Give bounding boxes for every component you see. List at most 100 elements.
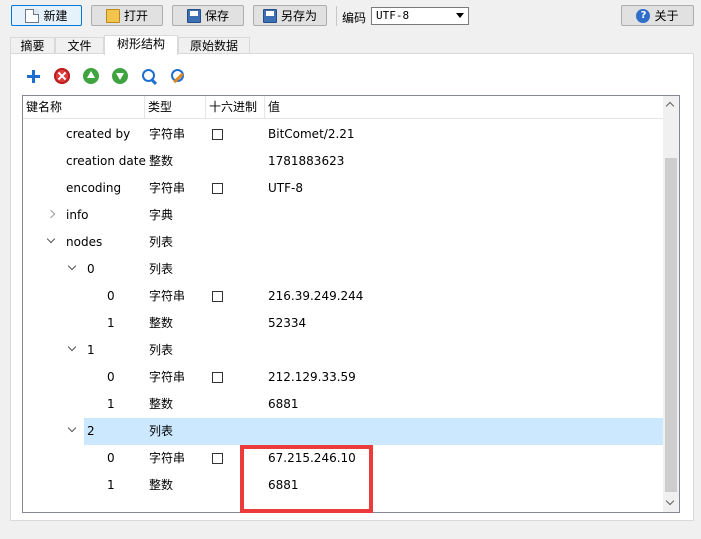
about-button-label: 关于 xyxy=(654,9,679,23)
tree-row[interactable]: 0 字符串 216.39.249.244 xyxy=(23,283,663,310)
row-type: 整数 xyxy=(149,397,174,411)
row-key: 2 xyxy=(87,424,95,438)
tree-row[interactable]: 0 列表 xyxy=(23,256,663,283)
encoding-select-value: UTF-8 xyxy=(376,9,410,22)
toolbar: 新建 打开 保存 另存为 编码 UTF-8 ? 关于 xyxy=(0,0,701,32)
tab-tree-label: 树形结构 xyxy=(116,37,165,51)
row-value: 52334 xyxy=(268,316,307,330)
row-key: created by xyxy=(66,127,131,141)
row-value: UTF-8 xyxy=(268,181,303,195)
row-type: 列表 xyxy=(149,262,174,276)
row-key: 0 xyxy=(107,289,115,303)
scroll-up-icon[interactable] xyxy=(663,96,679,113)
tab-tree[interactable]: 树形结构 xyxy=(104,35,178,55)
tab-summary-label: 摘要 xyxy=(20,39,45,53)
save-as-button-label: 另存为 xyxy=(280,9,317,23)
chevron-right-icon[interactable] xyxy=(46,209,56,219)
open-button-label: 打开 xyxy=(123,9,148,23)
chevron-down-icon[interactable] xyxy=(67,342,77,352)
tree-row[interactable]: info 字典 xyxy=(23,202,663,229)
new-button[interactable]: 新建 xyxy=(11,5,82,26)
save-as-button[interactable]: 另存为 xyxy=(253,5,327,26)
encoding-select[interactable]: UTF-8 xyxy=(371,7,469,25)
row-type: 字典 xyxy=(149,208,174,222)
help-icon: ? xyxy=(636,8,651,23)
row-value: BitComet/2.21 xyxy=(268,127,355,141)
row-type: 整数 xyxy=(149,154,174,168)
row-key: info xyxy=(66,208,89,222)
row-key: 1 xyxy=(107,397,115,411)
add-icon[interactable] xyxy=(25,68,41,84)
tree-row[interactable]: nodes 列表 xyxy=(23,229,663,256)
hex-checkbox[interactable] xyxy=(212,372,223,383)
new-button-label: 新建 xyxy=(43,9,68,23)
row-type: 字符串 xyxy=(149,127,186,141)
row-type: 列表 xyxy=(149,424,174,438)
search-replace-icon[interactable] xyxy=(170,68,186,84)
row-type: 字符串 xyxy=(149,451,186,465)
tree-row[interactable]: 1 整数 52334 xyxy=(23,310,663,337)
tree-row[interactable]: encoding 字符串 UTF-8 xyxy=(23,175,663,202)
hex-checkbox[interactable] xyxy=(212,129,223,140)
tree-row[interactable]: 1 整数 6881 xyxy=(23,391,663,418)
row-value: 6881 xyxy=(268,397,299,411)
new-file-icon xyxy=(25,8,40,23)
hex-checkbox[interactable] xyxy=(212,183,223,194)
chevron-down-icon[interactable] xyxy=(46,234,56,244)
row-key: creation date xyxy=(66,154,146,168)
move-down-icon[interactable] xyxy=(112,68,128,84)
tab-files-label: 文件 xyxy=(67,39,92,53)
row-type: 整数 xyxy=(149,478,174,492)
row-type: 字符串 xyxy=(149,289,186,303)
row-type: 字符串 xyxy=(149,181,186,195)
column-header-key[interactable]: 键名称 xyxy=(23,96,145,118)
row-type: 列表 xyxy=(149,343,174,357)
tab-summary[interactable]: 摘要 xyxy=(10,37,55,54)
hex-checkbox[interactable] xyxy=(212,291,223,302)
tree-row[interactable]: 0 字符串 212.129.33.59 xyxy=(23,364,663,391)
row-key: 0 xyxy=(107,451,115,465)
hex-checkbox[interactable] xyxy=(212,453,223,464)
scroll-down-icon[interactable] xyxy=(663,495,679,512)
save-as-disk-icon xyxy=(262,8,277,23)
column-header-type[interactable]: 类型 xyxy=(145,96,206,118)
tree-row-selected[interactable]: 2 列表 xyxy=(23,418,663,445)
encoding-label: 编码 xyxy=(342,11,367,25)
chevron-down-icon[interactable] xyxy=(67,261,77,271)
save-button[interactable]: 保存 xyxy=(172,5,244,26)
annotation-highlight-box xyxy=(240,445,373,513)
save-button-label: 保存 xyxy=(204,9,229,23)
row-key: 0 xyxy=(107,370,115,384)
search-icon[interactable] xyxy=(141,68,157,84)
tree-row[interactable]: creation date 整数 1781883623 xyxy=(23,148,663,175)
row-key: 1 xyxy=(107,316,115,330)
row-key: 0 xyxy=(87,262,95,276)
tree-header: 键名称 类型 十六进制 值 xyxy=(23,96,663,119)
row-key: encoding xyxy=(66,181,122,195)
toolbar-separator xyxy=(336,6,337,26)
about-button[interactable]: ? 关于 xyxy=(621,5,694,26)
folder-open-icon xyxy=(105,8,120,23)
chevron-down-icon[interactable] xyxy=(67,423,77,433)
row-key: nodes xyxy=(66,235,103,249)
open-button[interactable]: 打开 xyxy=(91,5,163,26)
vertical-scrollbar[interactable] xyxy=(663,96,679,512)
chevron-down-icon xyxy=(456,13,464,18)
column-header-value[interactable]: 值 xyxy=(265,96,663,118)
row-key: 1 xyxy=(87,343,95,357)
tab-files[interactable]: 文件 xyxy=(55,37,104,54)
save-disk-icon xyxy=(186,8,201,23)
row-type: 整数 xyxy=(149,316,174,330)
delete-icon[interactable] xyxy=(54,68,70,84)
row-key: 1 xyxy=(107,478,115,492)
row-type: 列表 xyxy=(149,235,174,249)
tab-raw-data[interactable]: 原始数据 xyxy=(178,37,250,54)
row-value: 212.129.33.59 xyxy=(268,370,356,384)
row-value: 1781883623 xyxy=(268,154,345,168)
move-up-icon[interactable] xyxy=(83,68,99,84)
tree-row[interactable]: 1 列表 xyxy=(23,337,663,364)
tree-row[interactable]: created by 字符串 BitComet/2.21 xyxy=(23,121,663,148)
column-header-hex[interactable]: 十六进制 xyxy=(206,96,265,118)
scrollbar-thumb[interactable] xyxy=(665,158,677,492)
row-value: 216.39.249.244 xyxy=(268,289,364,303)
